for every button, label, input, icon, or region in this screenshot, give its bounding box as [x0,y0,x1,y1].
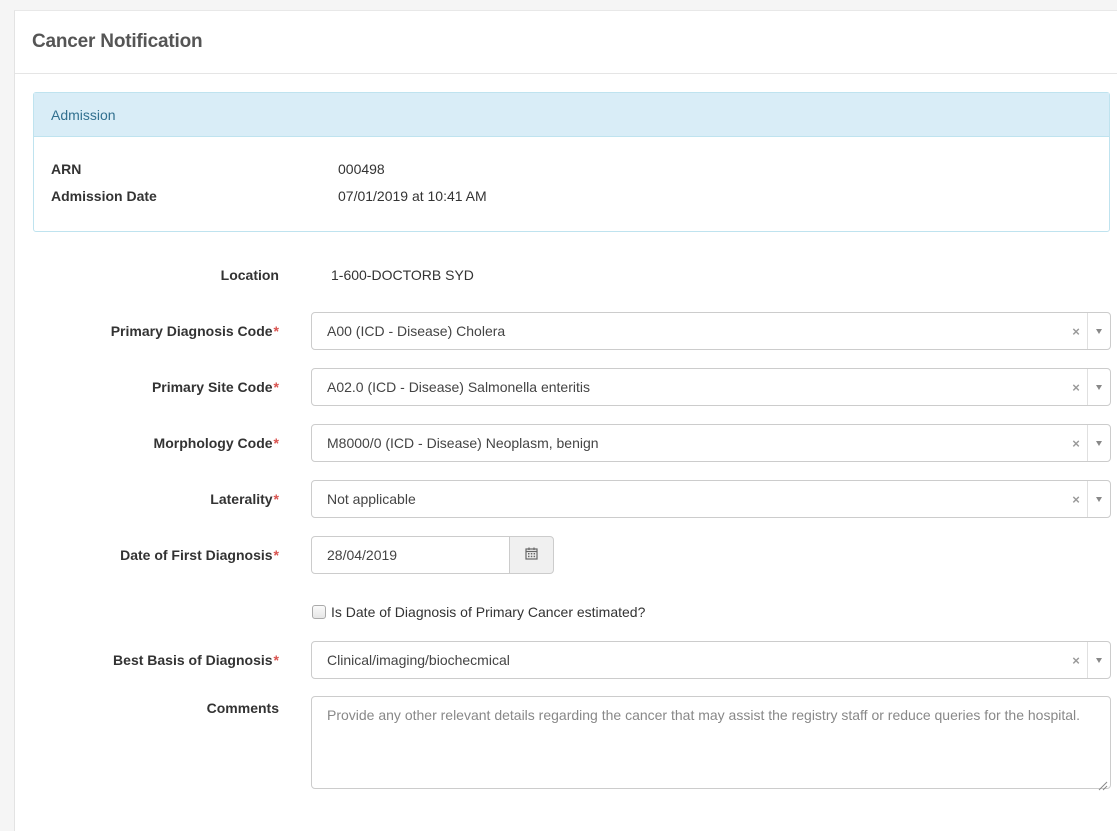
close-icon[interactable]: × [1065,492,1087,507]
close-icon[interactable]: × [1065,653,1087,668]
calendar-icon [525,547,538,563]
location-value: 1-600-DOCTORB SYD [331,267,474,283]
admission-heading: Admission [34,93,1109,137]
chevron-down-icon[interactable] [1087,425,1110,461]
required-asterisk: * [273,491,279,507]
panel-header: Cancer Notification [15,11,1117,74]
comments-textarea[interactable]: Provide any other relevant details regar… [311,696,1111,791]
primary-diagnosis-select[interactable]: A00 (ICD - Disease) Cholera × [311,312,1111,350]
required-asterisk: * [273,323,279,339]
chevron-down-icon[interactable] [1087,369,1110,405]
close-icon[interactable]: × [1065,380,1087,395]
required-asterisk: * [273,435,279,451]
cancer-notification-panel: Cancer Notification Admission ARN 000498… [14,10,1117,831]
primary-site-selected: A02.0 (ICD - Disease) Salmonella enterit… [327,379,590,395]
morphology-label: Morphology Code * [153,435,279,451]
location-label: Location [220,267,279,283]
primary-diagnosis-row: Primary Diagnosis Code * A00 (ICD - Disea… [15,312,1115,350]
admission-date-label: Admission Date [51,188,157,204]
required-asterisk: * [273,547,279,563]
first-diagnosis-date-input[interactable]: 28/04/2019 [311,536,510,574]
chevron-down-icon[interactable] [1087,481,1110,517]
primary-site-label: Primary Site Code * [151,379,279,395]
best-basis-label: Best Basis of Diagnosis * [113,652,279,668]
best-basis-row: Best Basis of Diagnosis * Clinical/imagin… [15,641,1115,679]
first-diagnosis-label: Date of First Diagnosis * [120,547,279,563]
close-icon[interactable]: × [1065,436,1087,451]
estimated-checkbox[interactable] [312,605,326,619]
laterality-selected: Not applicable [327,491,416,507]
primary-diagnosis-selected: A00 (ICD - Disease) Cholera [327,323,506,339]
comments-placeholder: Provide any other relevant details regar… [327,707,1081,723]
close-icon[interactable]: × [1065,324,1087,339]
laterality-label: Laterality * [210,491,279,507]
arn-row: ARN 000498 [51,161,385,177]
best-basis-select[interactable]: Clinical/imaging/biochecmical × [311,641,1111,679]
admission-info-box: Admission ARN 000498 Admission Date 07/0… [33,92,1110,232]
estimated-checkbox-row[interactable]: Is Date of Diagnosis of Primary Cancer e… [312,604,645,620]
page-title: Cancer Notification [32,31,203,52]
chevron-down-icon[interactable] [1087,642,1110,678]
laterality-row: Laterality * Not applicable × [15,480,1115,518]
admission-date-value: 07/01/2019 at 10:41 AM [338,188,487,204]
primary-diagnosis-label: Primary Diagnosis Code * [110,323,279,339]
resize-grip-icon[interactable] [1098,776,1108,791]
required-asterisk: * [273,652,279,668]
calendar-button[interactable] [509,536,554,574]
chevron-down-icon[interactable] [1087,313,1110,349]
morphology-selected: M8000/0 (ICD - Disease) Neoplasm, benign [327,435,599,451]
arn-value: 000498 [338,161,385,177]
laterality-select[interactable]: Not applicable × [311,480,1111,518]
morphology-select[interactable]: M8000/0 (ICD - Disease) Neoplasm, benign… [311,424,1111,462]
arn-label: ARN [51,161,82,177]
morphology-row: Morphology Code * M8000/0 (ICD - Disease)… [15,424,1115,462]
estimated-checkbox-label: Is Date of Diagnosis of Primary Cancer e… [331,604,646,620]
required-asterisk: * [273,379,279,395]
best-basis-selected: Clinical/imaging/biochecmical [327,652,510,668]
first-diagnosis-row: Date of First Diagnosis * 28/04/2019 [15,536,1115,574]
primary-site-row: Primary Site Code * A02.0 (ICD - Disease)… [15,368,1115,406]
admission-date-row: Admission Date 07/01/2019 at 10:41 AM [51,188,487,204]
comments-label: Comments [206,700,279,716]
location-row: Location 1-600-DOCTORB SYD [15,256,1115,294]
primary-site-select[interactable]: A02.0 (ICD - Disease) Salmonella enterit… [311,368,1111,406]
